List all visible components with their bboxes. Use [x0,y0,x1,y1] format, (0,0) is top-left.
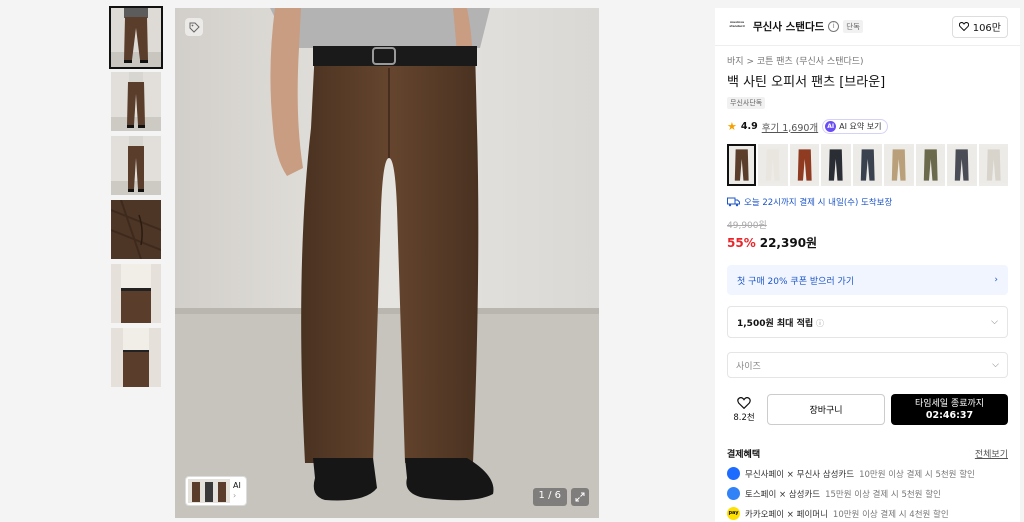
buy-now-button[interactable]: 타임세일 종료까지 02:46:37 [891,394,1008,425]
payment-benefit-name: 토스페이 × 삼성카드 [745,489,821,500]
wishlist-button[interactable]: 8.2천 [727,396,761,423]
size-select[interactable]: 사이즈 ⌵ [727,352,1008,378]
truck-icon [727,197,740,207]
thumbnail-6[interactable] [111,328,161,387]
breadcrumb: 바지 > 코튼 팬츠 (무신사 스탠다드) [727,54,1008,67]
heart-icon [958,22,969,31]
thumbnail-2[interactable] [111,72,161,131]
color-swatch-list [727,144,1008,186]
exclusive-badge: 무신사단독 [727,97,766,109]
model-wearing-pants-photo [175,8,599,518]
thumbnail-5[interactable] [111,264,161,323]
main-product-image[interactable]: AI › 1 / 6 [175,8,599,518]
payment-benefit-list: 무신사페이 × 무신사 삼성카드 10만원 이상 결제 시 5천원 할인토스페이 … [727,467,1008,520]
color-swatch[interactable] [789,144,820,186]
info-icon[interactable]: ⓘ [816,319,824,328]
thumbnail-3[interactable] [111,136,161,195]
brand-logo[interactable]: musinsa standard [727,20,747,34]
chevron-down-icon: ⌵ [992,360,999,370]
coupon-label: 첫 구매 20% 쿠폰 받으러 가기 [737,276,855,287]
breadcrumb-separator: > [746,57,754,67]
timesale-label: 타임세일 종료까지 [914,398,985,409]
payment-benefit-desc: 10만원 이상 결제 시 5천원 할인 [859,469,975,480]
payment-provider-icon: pay [727,507,740,520]
payment-benefit-row: pay 카카오페이 × 페이머니 10만원 이상 결제 시 4천원 할인 [727,507,1008,520]
view-all-link[interactable]: 전체보기 [975,447,1008,460]
ai-chip-thumbnail [188,479,230,503]
payment-benefit-name: 카카오페이 × 페이머니 [745,509,828,520]
payment-benefit-row: 토스페이 × 삼성카드 15만원 이상 결제 시 5천원 할인 [727,487,1008,500]
breadcrumb-item-subcategory[interactable]: 코튼 팬츠 (무신사 스탠다드) [757,57,864,67]
color-swatch[interactable] [852,144,883,186]
rating-score: 4.9 [740,121,758,132]
brand-like-button[interactable]: 106만 [951,15,1008,38]
chevron-right-icon: › [233,491,237,500]
ai-similar-chip[interactable]: AI › [185,476,247,506]
info-icon[interactable]: i [828,21,840,32]
add-to-cart-button[interactable]: 장바구니 [767,394,885,425]
color-swatch[interactable] [947,144,977,186]
payment-benefit-name: 무신사페이 × 무신사 삼성카드 [745,469,855,480]
first-purchase-coupon-button[interactable]: 첫 구매 20% 쿠폰 받으러 가기 › [727,265,1008,295]
timesale-timer: 02:46:37 [925,409,974,421]
product-title: 백 사틴 오피서 팬츠 [브라운] [727,75,886,90]
thumbnail-4[interactable] [111,200,161,259]
heart-icon [737,396,751,409]
brand-like-count: 106만 [972,23,1001,34]
payment-benefit-desc: 15만원 이상 결제 시 5천원 할인 [825,489,941,500]
delivery-guarantee: 오늘 22시까지 결제 시 내일(수) 도착보장 [727,196,1008,208]
delivery-text: 오늘 22시까지 결제 시 내일(수) 도착보장 [744,198,893,208]
image-counter: 1 / 6 [532,488,567,506]
payment-benefits-title: 결제혜택 [727,450,761,460]
size-select-placeholder: 사이즈 [736,361,761,372]
original-price: 49,900원 [727,221,767,231]
color-swatch[interactable] [727,144,757,186]
points-dropdown[interactable]: 1,500원 최대 적립 ⓘ ⌵ [727,306,1008,338]
ai-summary-label: AI 요약 보기 [839,122,882,131]
breadcrumb-item-category[interactable]: 바지 [727,57,744,67]
wishlist-count: 8.2천 [733,412,755,423]
thumbnail-1[interactable] [109,6,163,69]
reviews-link[interactable]: 후기 1,690개 [762,120,818,134]
expand-icon[interactable] [571,488,589,506]
product-info-panel: musinsa standard 무신사 스탠다드 i 단독 106만 바지 >… [715,8,1020,522]
color-swatch[interactable] [758,144,788,186]
sale-price: 22,390원 [759,236,818,250]
star-icon: ★ [727,120,737,133]
points-label: 1,500원 최대 적립 [737,318,814,329]
tag-icon[interactable] [185,18,203,36]
brand-badge: 단독 [843,20,864,33]
color-swatch[interactable] [915,144,946,186]
color-swatch[interactable] [821,144,851,186]
color-swatch[interactable] [884,144,914,186]
ai-summary-button[interactable]: AI AI 요약 보기 [822,119,888,134]
payment-benefit-desc: 10만원 이상 결제 시 4천원 할인 [832,509,949,520]
ai-icon: AI [825,121,837,132]
discount-rate: 55% [727,235,756,250]
thumbnail-list [109,6,163,392]
color-swatch[interactable] [978,144,1008,186]
payment-provider-icon [727,487,740,500]
brand-name[interactable]: 무신사 스탠다드 [753,19,824,34]
ai-chip-label: AI [233,481,241,490]
chevron-right-icon: › [994,275,998,285]
payment-provider-icon [727,467,740,480]
payment-benefit-row: 무신사페이 × 무신사 삼성카드 10만원 이상 결제 시 5천원 할인 [727,467,1008,480]
chevron-down-icon: ⌵ [991,317,998,327]
